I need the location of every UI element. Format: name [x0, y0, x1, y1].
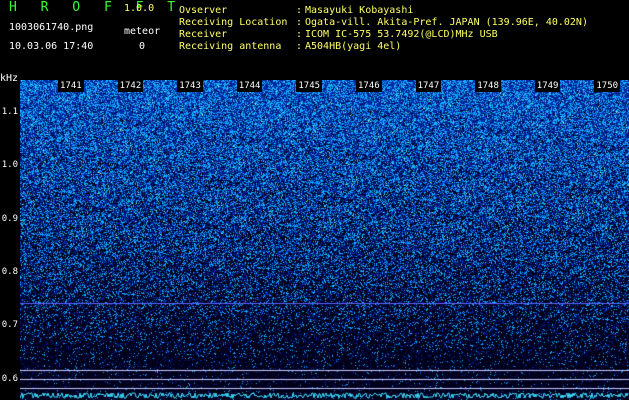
- y-tick-label: 0.8: [1, 267, 18, 277]
- observer-separator: :: [296, 5, 303, 16]
- antenna-separator: :: [296, 41, 303, 52]
- app-version: 1.0.0: [124, 3, 155, 14]
- x-tick-label: 1744: [236, 80, 263, 92]
- antenna-value: A504HB(yagi 4el): [305, 41, 402, 52]
- capture-datetime: 10.03.06 17:40: [9, 41, 94, 52]
- observer-label: Ovserver: [179, 5, 228, 16]
- x-tick-label: 1749: [534, 80, 561, 92]
- x-tick-label: 1750: [594, 80, 621, 92]
- receiver-value: ICOM IC-575 53.7492(@LCD)MHz USB: [305, 29, 498, 40]
- y-tick-label: 1.0: [1, 160, 18, 171]
- spectrogram-canvas: [20, 80, 629, 400]
- location-value: Ogata-vill. Akita-Pref. JAPAN (139.96E, …: [305, 17, 588, 28]
- y-tick-label: 0.7: [1, 320, 18, 331]
- x-tick-label: 1741: [58, 80, 84, 92]
- meteor-count: 0: [139, 41, 146, 52]
- location-label: Receiving Location: [179, 17, 288, 28]
- meteor-label: meteor: [124, 26, 161, 37]
- receiver-label: Receiver: [179, 29, 228, 40]
- app-brand: H R O F F T: [9, 0, 184, 15]
- y-tick-label: 0.9: [1, 213, 18, 224]
- y-tick-label: 0.6: [1, 373, 18, 384]
- x-tick-label: 1748: [475, 80, 501, 92]
- location-separator: :: [296, 17, 303, 28]
- x-tick-label: 1742: [117, 80, 144, 92]
- receiver-separator: :: [296, 29, 303, 40]
- spectrogram-plot: [20, 80, 629, 400]
- y-tick-label: 1.1: [1, 107, 18, 117]
- x-tick-label: 1743: [177, 80, 203, 92]
- antenna-label: Receiving antenna: [179, 41, 282, 52]
- x-tick-label: 1745: [296, 80, 323, 92]
- file-name: 1003061740.png: [9, 22, 94, 33]
- y-axis-unit: kHz: [0, 73, 19, 84]
- hroft-window: H R O F F T 1.0.0 1003061740.png meteor …: [0, 0, 629, 400]
- x-tick-label: 1746: [356, 80, 382, 92]
- x-tick-label: 1747: [415, 80, 442, 92]
- observer-value: Masayuki Kobayashi: [305, 5, 414, 16]
